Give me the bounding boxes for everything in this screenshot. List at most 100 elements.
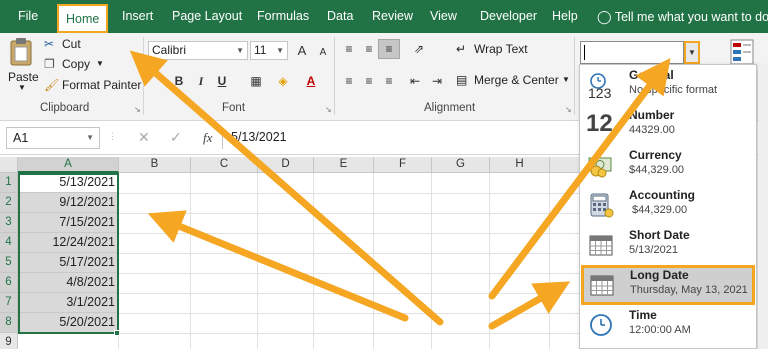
cell-a5[interactable]: 5/17/2021 — [18, 253, 119, 273]
increase-indent-button[interactable]: ⇥ — [426, 71, 448, 91]
cell-a8[interactable]: 5/20/2021 — [18, 313, 119, 333]
align-middle-button[interactable]: ≡ — [358, 39, 380, 59]
row-header[interactable]: 6 — [0, 273, 18, 293]
format-option-long-date[interactable]: Long Date Thursday, May 13, 2021 — [581, 265, 755, 305]
menu-help[interactable]: Help — [552, 0, 578, 33]
wrap-text-icon: ↵ — [456, 42, 467, 56]
paint-bucket-icon: ◈ — [278, 74, 288, 88]
font-launcher-icon[interactable]: ↘ — [325, 105, 332, 114]
row-header[interactable]: 8 — [0, 313, 18, 333]
conditional-formatting-icon[interactable] — [730, 39, 754, 65]
decrease-indent-button[interactable]: ⇤ — [404, 71, 426, 91]
align-center-button[interactable]: ≡ — [358, 71, 380, 91]
copy-button[interactable]: ❐ Copy ▼ — [44, 56, 106, 74]
row-header[interactable]: 9 — [0, 333, 18, 349]
column-header[interactable]: A — [18, 157, 119, 173]
align-middle-icon: ≡ — [365, 42, 373, 56]
copy-icon: ❐ — [44, 57, 55, 71]
format-option-time[interactable]: Time 12:00:00 AM — [580, 305, 756, 345]
shrink-font-button[interactable]: A — [312, 43, 334, 63]
format-option-number[interactable]: 12 Number 44329.00 — [580, 105, 756, 145]
font-size-value: 11 — [254, 43, 267, 57]
column-header[interactable]: B — [119, 157, 191, 173]
menu-insert[interactable]: Insert — [122, 0, 153, 33]
column-header[interactable]: E — [314, 157, 374, 173]
tell-me-box[interactable]: ◯ Tell me what you want to do — [597, 0, 768, 33]
menu-view[interactable]: View — [430, 0, 457, 33]
number-format-input[interactable] — [580, 41, 684, 64]
column-header[interactable] — [550, 157, 580, 173]
column-header[interactable]: D — [258, 157, 314, 173]
name-box[interactable]: A1 ▼ — [6, 127, 100, 149]
menu-page-layout[interactable]: Page Layout — [172, 0, 242, 33]
cell-a6[interactable]: 4/8/2021 — [18, 273, 119, 293]
paste-button[interactable]: Paste ▼ — [4, 37, 39, 97]
column-header[interactable]: H — [490, 157, 550, 173]
font-color-button[interactable]: A — [300, 71, 322, 91]
row-header[interactable]: 5 — [0, 253, 18, 273]
wrap-text-button[interactable]: ↵ Wrap Text — [456, 41, 536, 59]
borders-icon: ▦ — [250, 74, 262, 88]
cell-a7[interactable]: 3/1/2021 — [18, 293, 119, 313]
format-list-scrollbar[interactable] — [758, 64, 768, 349]
align-right-button[interactable]: ≡ — [378, 71, 400, 91]
menu-review[interactable]: Review — [372, 0, 413, 33]
row-header[interactable]: 2 — [0, 193, 18, 213]
column-header[interactable]: G — [432, 157, 490, 173]
cut-button[interactable]: ✂ Cut — [44, 36, 104, 54]
cancel-icon[interactable]: ✕ — [138, 129, 150, 146]
alignment-launcher-icon[interactable]: ↘ — [565, 105, 572, 114]
enter-check-icon[interactable]: ✓ — [170, 129, 182, 146]
text-cursor — [584, 45, 585, 60]
fill-handle[interactable] — [114, 330, 120, 336]
row-header[interactable]: 4 — [0, 233, 18, 253]
merge-center-button[interactable]: ▤ Merge & Center ▼ — [456, 72, 570, 90]
cell-a2[interactable]: 9/12/2021 — [18, 193, 119, 213]
fill-color-button[interactable]: ◈ — [272, 71, 294, 91]
accounting-icon — [590, 193, 614, 218]
select-all-corner[interactable] — [0, 157, 18, 173]
italic-button[interactable]: I — [190, 71, 212, 91]
row-header[interactable]: 1 — [0, 173, 18, 193]
menu-data[interactable]: Data — [327, 0, 353, 33]
format-option-short-date[interactable]: Short Date 5/13/2021 — [580, 225, 756, 265]
format-painter-button[interactable]: 🖌 Format Painter — [44, 77, 141, 95]
align-top-button[interactable]: ≡ — [338, 39, 360, 59]
align-left-button[interactable]: ≡ — [338, 71, 360, 91]
borders-button[interactable]: ▦ — [245, 71, 267, 91]
currency-icon — [588, 157, 612, 178]
format-option-currency[interactable]: Currency $44,329.00 — [580, 145, 756, 185]
underline-button[interactable]: U — [211, 71, 233, 91]
cell-a4[interactable]: 12/24/2021 — [18, 233, 119, 253]
menu-file[interactable]: File — [18, 0, 38, 33]
menu-formulas[interactable]: Formulas — [257, 0, 309, 33]
format-example: No specific format — [629, 84, 718, 96]
tell-me-label: Tell me what you want to do — [614, 10, 768, 24]
format-name: Time — [629, 308, 657, 322]
column-header[interactable]: F — [374, 157, 432, 173]
format-name: Short Date — [629, 228, 690, 242]
format-name: Number — [629, 108, 675, 122]
column-header[interactable]: C — [191, 157, 258, 173]
menu-developer[interactable]: Developer — [480, 0, 537, 33]
bold-button[interactable]: B — [168, 71, 190, 91]
row-header[interactable]: 3 — [0, 213, 18, 233]
grow-font-button[interactable]: A — [291, 41, 313, 61]
align-bottom-button[interactable]: ≡ — [378, 39, 400, 59]
insert-function-button[interactable]: fx — [203, 130, 212, 146]
row-header[interactable]: 7 — [0, 293, 18, 313]
orientation-button[interactable]: ⇗ — [408, 39, 430, 59]
menu-home[interactable]: Home — [57, 4, 109, 33]
scissors-icon: ✂ — [44, 37, 55, 51]
shrink-font-icon: A — [319, 47, 327, 58]
font-size-select[interactable]: 11 ▼ — [250, 41, 288, 60]
cut-label: Cut — [62, 37, 81, 51]
cell-a1[interactable]: 5/13/2021 — [18, 173, 119, 193]
clipboard-launcher-icon[interactable]: ↘ — [134, 105, 141, 114]
cell-a3[interactable]: 7/15/2021 — [18, 213, 119, 233]
name-box-value: A1 — [13, 131, 29, 145]
format-option-general[interactable]: 123 General No specific format — [580, 65, 756, 105]
number-format-dropdown-button[interactable]: ▼ — [684, 41, 700, 64]
format-option-accounting[interactable]: Accounting $44,329.00 — [580, 185, 756, 225]
font-name-select[interactable]: Calibri ▼ — [148, 41, 248, 60]
